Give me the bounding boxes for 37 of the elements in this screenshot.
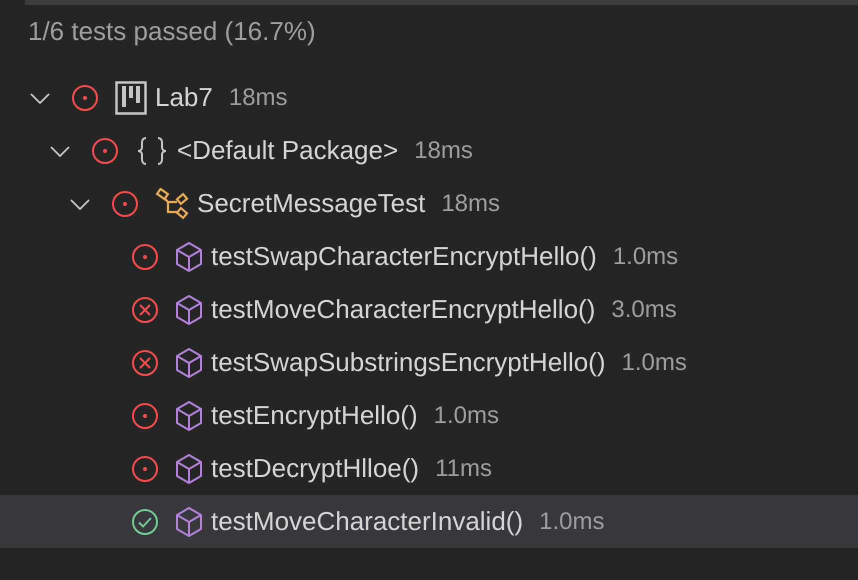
test-tree-row[interactable]: testEncryptHello() 1.0ms	[0, 389, 858, 442]
test-name: testSwapCharacterEncryptHello()	[211, 240, 597, 273]
cube-icon	[175, 400, 203, 432]
test-tree-row[interactable]: SecretMessageTest 18ms	[0, 177, 858, 230]
cube-icon	[175, 240, 203, 272]
class-icon	[155, 188, 189, 220]
test-tree-row[interactable]: testSwapSubstringsEncryptHello() 1.0ms	[0, 336, 858, 389]
test-name: testEncryptHello()	[211, 399, 418, 432]
test-duration: 11ms	[435, 454, 492, 484]
test-duration: 18ms	[414, 136, 473, 166]
test-duration: 18ms	[441, 188, 500, 218]
test-name: testMoveCharacterInvalid()	[211, 505, 524, 538]
test-name: SecretMessageTest	[197, 187, 426, 220]
test-name: Lab7	[155, 81, 213, 114]
test-duration: 1.0ms	[434, 400, 499, 430]
project-icon	[115, 80, 147, 114]
test-summary: 1/6 tests passed (16.7%)	[28, 14, 316, 48]
cube-icon	[175, 452, 203, 484]
test-tree-row[interactable]: testMoveCharacterEncryptHello() 3.0ms	[0, 283, 858, 336]
test-duration: 18ms	[228, 82, 288, 112]
test-tree-row[interactable]: <Default Package> 18ms	[0, 124, 858, 177]
test-duration: 1.0ms	[622, 348, 687, 378]
cube-icon	[175, 506, 203, 538]
test-tree-row[interactable]: testMoveCharacterInvalid() 1.0ms	[0, 495, 858, 548]
test-name: testDecryptHlloe()	[211, 452, 420, 485]
test-name: <Default Package>	[177, 134, 398, 167]
test-duration: 1.0ms	[539, 506, 604, 536]
test-tree-row[interactable]: testDecryptHlloe() 11ms	[0, 442, 858, 495]
cube-icon	[175, 294, 203, 326]
test-duration: 1.0ms	[612, 242, 678, 272]
test-duration: 3.0ms	[611, 294, 677, 324]
test-tree-row[interactable]: Lab7 18ms	[0, 71, 858, 124]
test-tree-row[interactable]: testSwapCharacterEncryptHello() 1.0ms	[0, 230, 858, 283]
braces-icon	[135, 136, 169, 166]
test-name: testMoveCharacterEncryptHello()	[211, 293, 596, 326]
cube-icon	[175, 346, 203, 378]
test-name: testSwapSubstringsEncryptHello()	[211, 346, 606, 379]
